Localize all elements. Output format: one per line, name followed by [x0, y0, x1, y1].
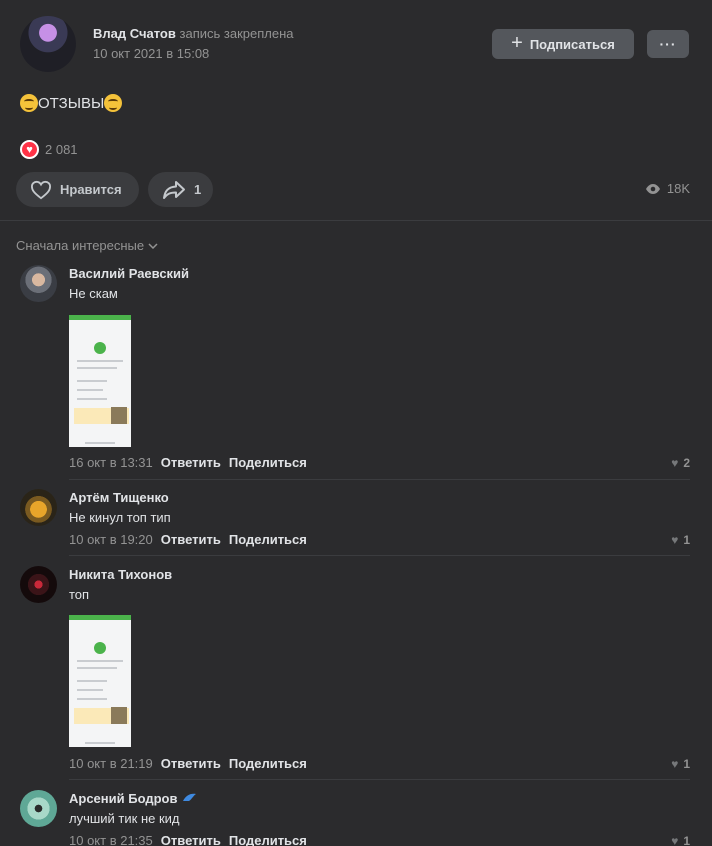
- plus-icon: +: [511, 32, 523, 54]
- commenter-name[interactable]: Никита Тихонов: [69, 567, 172, 582]
- comment-divider: [69, 479, 690, 480]
- share-comment-button[interactable]: Поделиться: [229, 455, 307, 470]
- subscribe-button[interactable]: + Подписаться: [492, 29, 634, 59]
- like-button[interactable]: Нравится: [16, 172, 139, 207]
- commenter-avatar[interactable]: [20, 489, 57, 526]
- share-comment-button[interactable]: Поделиться: [229, 833, 307, 846]
- heart-outline-icon: [30, 180, 52, 199]
- line: [77, 689, 103, 691]
- chevron-down-icon: [148, 242, 158, 249]
- views-counter: 18K: [645, 181, 690, 196]
- comment-divider: [69, 779, 690, 780]
- line: [77, 360, 123, 362]
- comment-like-count: 2: [683, 456, 690, 470]
- author-name[interactable]: Влад Счатов: [93, 26, 176, 41]
- comment-like-count: 1: [683, 834, 690, 846]
- share-comment-button[interactable]: Поделиться: [229, 532, 307, 547]
- reply-button[interactable]: Ответить: [161, 455, 221, 470]
- reactions-count: 2 081: [45, 142, 78, 157]
- comment-divider: [69, 555, 690, 556]
- comment-like-button[interactable]: ♥ 1: [671, 757, 690, 771]
- comment-text: топ: [69, 587, 90, 602]
- commenter-name-line: Арсений Бодров: [69, 791, 197, 806]
- author-avatar[interactable]: [20, 16, 76, 72]
- comment-date[interactable]: 10 окт в 21:19: [69, 756, 153, 771]
- line: [85, 442, 115, 444]
- reply-button[interactable]: Ответить: [161, 532, 221, 547]
- share-button[interactable]: 1: [148, 172, 213, 207]
- comment-like-button[interactable]: ♥ 2: [671, 456, 690, 470]
- more-button[interactable]: ···: [647, 30, 689, 58]
- heart-icon: ♥: [671, 533, 679, 547]
- commenter-avatar[interactable]: [20, 790, 57, 827]
- wink-emoji-icon: [104, 94, 123, 112]
- share-comment-button[interactable]: Поделиться: [229, 756, 307, 771]
- reply-button[interactable]: Ответить: [161, 833, 221, 846]
- subscribe-label: Подписаться: [529, 36, 615, 52]
- comment-item: Арсений Бодров лучший тик не кид 10 окт …: [20, 790, 690, 846]
- heart-icon: ♥: [671, 456, 679, 470]
- comment-meta: 16 окт в 13:31 Ответить Поделиться: [69, 455, 307, 470]
- comment-text: Не кинул топ тип: [69, 510, 171, 525]
- more-dots-icon: ···: [659, 36, 677, 52]
- line: [85, 742, 115, 744]
- divider: [0, 220, 712, 221]
- pinned-note: запись закреплена: [179, 26, 294, 41]
- comment-item: Артём Тищенко Не кинул топ тип 10 окт в …: [20, 489, 690, 556]
- comment-meta: 10 окт в 19:20 Ответить Поделиться: [69, 532, 307, 547]
- line: [77, 660, 123, 662]
- comment-item: Василий Раевский Не скам 16 окт в 13:31 …: [20, 265, 690, 480]
- sort-label: Сначала интересные: [16, 238, 145, 253]
- comment-like-count: 1: [683, 757, 690, 771]
- line: [77, 398, 107, 400]
- author-line: Влад Счатов запись закреплена: [93, 26, 293, 41]
- comment-attachment-image[interactable]: [69, 615, 131, 747]
- line: [77, 367, 117, 369]
- line: [77, 380, 107, 382]
- line: [77, 389, 103, 391]
- reply-button[interactable]: Ответить: [161, 756, 221, 771]
- line: [77, 667, 117, 669]
- post-actions: Нравится 1 18K: [16, 172, 690, 207]
- success-check-icon: [94, 642, 106, 654]
- heart-icon: ♥: [671, 834, 679, 846]
- reactions-summary[interactable]: ♥ 2 081: [20, 140, 78, 159]
- wink-emoji-icon: [20, 94, 38, 112]
- heart-reaction-icon: ♥: [20, 140, 39, 159]
- share-arrow-icon: [163, 180, 185, 199]
- promo-photo: [111, 407, 127, 424]
- like-label: Нравится: [60, 182, 122, 197]
- commenter-name[interactable]: Арсений Бодров: [69, 791, 177, 806]
- premium-badge-icon: [183, 793, 197, 801]
- post-date[interactable]: 10 окт 2021 в 15:08: [93, 46, 209, 61]
- comment-like-button[interactable]: ♥ 1: [671, 834, 690, 846]
- comment-attachment-image[interactable]: [69, 315, 131, 447]
- comments-sort-dropdown[interactable]: Сначала интересные: [16, 238, 158, 253]
- comment-text: Не скам: [69, 286, 118, 301]
- comment-text: лучший тик не кид: [69, 811, 180, 826]
- commenter-name[interactable]: Василий Раевский: [69, 266, 189, 281]
- comment-date[interactable]: 16 окт в 13:31: [69, 455, 153, 470]
- heart-icon: ♥: [671, 757, 679, 771]
- comment-item: Никита Тихонов топ 10 окт в 21:19 Ответи…: [20, 566, 690, 780]
- commenter-name[interactable]: Артём Тищенко: [69, 490, 169, 505]
- line: [77, 698, 107, 700]
- commenter-avatar[interactable]: [20, 265, 57, 302]
- line: [77, 680, 107, 682]
- comment-date[interactable]: 10 окт в 21:35: [69, 833, 153, 846]
- comment-like-count: 1: [683, 533, 690, 547]
- commenter-avatar[interactable]: [20, 566, 57, 603]
- comment-meta: 10 окт в 21:35 Ответить Поделиться: [69, 833, 307, 846]
- comment-date[interactable]: 10 окт в 19:20: [69, 532, 153, 547]
- comment-like-button[interactable]: ♥ 1: [671, 533, 690, 547]
- post-text: ОТЗЫВЫ: [20, 94, 123, 112]
- success-check-icon: [94, 342, 106, 354]
- views-count: 18K: [666, 181, 690, 196]
- eye-icon: [645, 183, 660, 194]
- share-count: 1: [194, 182, 202, 197]
- comment-meta: 10 окт в 21:19 Ответить Поделиться: [69, 756, 307, 771]
- post-header: Влад Счатов запись закреплена 10 окт 202…: [20, 16, 690, 72]
- promo-photo: [111, 707, 127, 724]
- post-text-content: ОТЗЫВЫ: [38, 94, 105, 112]
